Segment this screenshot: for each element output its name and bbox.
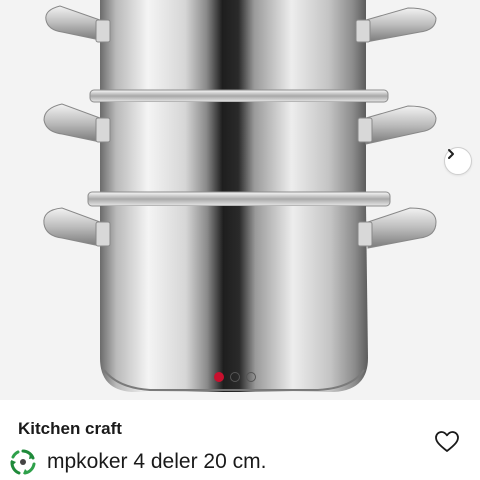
chevron-right-icon [448,149,454,159]
product-title-row: mpkoker 4 deler 20 cm. [8,447,266,477]
product-image-gallery[interactable] [0,0,480,400]
heart-outline-icon [435,431,459,452]
gallery-dot-3[interactable] [246,372,256,382]
gallery-pagination [214,372,256,382]
gallery-dot-2[interactable] [230,372,240,382]
gallery-dot-1[interactable] [214,372,224,382]
favorite-button[interactable] [434,430,460,454]
next-image-button[interactable] [444,147,472,175]
brand-name[interactable]: Kitchen craft [18,419,122,439]
product-image [43,0,437,392]
product-title[interactable]: mpkoker 4 deler 20 cm. [47,450,266,474]
recycle-icon [8,447,38,477]
